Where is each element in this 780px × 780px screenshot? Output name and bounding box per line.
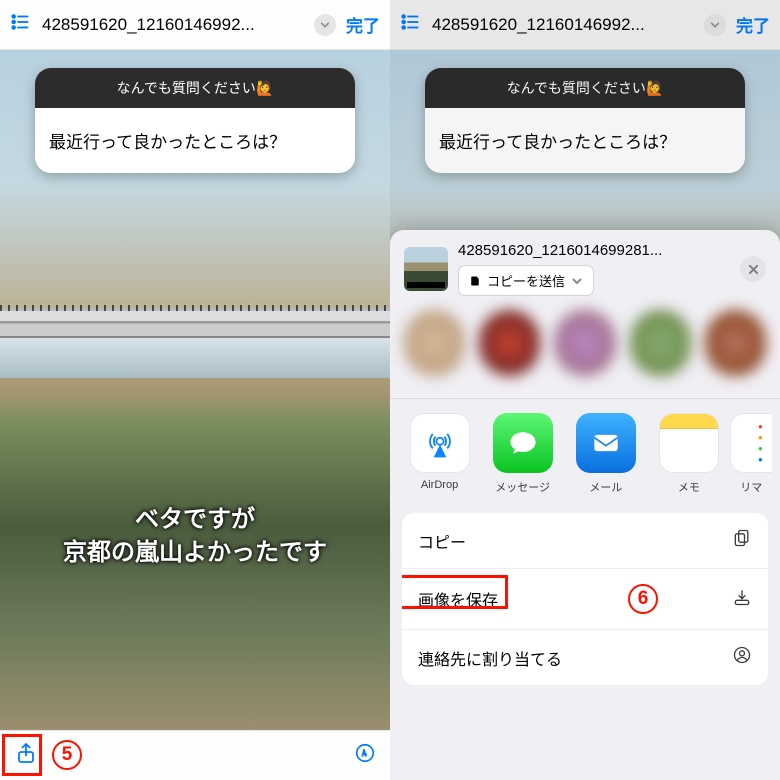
qa-card: なんでも質問ください🙋 最近行って良かったところは？ [425, 68, 745, 173]
app-mail[interactable]: メール [564, 413, 647, 495]
action-label: 連絡先に割り当てる [418, 646, 562, 670]
avatar[interactable] [554, 310, 615, 376]
qa-prompt: なんでも質問ください🙋 [35, 68, 355, 108]
chevron-down-icon[interactable] [314, 14, 336, 36]
nav-title: 428591620_12160146992... [432, 15, 694, 35]
caption-text: ベタですが 京都の嵐山よかったです [0, 503, 390, 570]
list-icon[interactable] [400, 11, 422, 39]
app-label: メモ [647, 479, 730, 495]
markup-button[interactable] [354, 742, 376, 770]
qa-prompt: なんでも質問ください🙋 [425, 68, 745, 108]
avatar[interactable] [705, 310, 766, 376]
chevron-down-icon[interactable] [704, 14, 726, 36]
app-label: リマ [730, 479, 772, 495]
done-button[interactable]: 完了 [346, 12, 380, 37]
share-thumbnail [404, 247, 448, 291]
close-icon[interactable] [740, 256, 766, 282]
avatar[interactable] [630, 310, 691, 376]
share-apps-row: AirDrop メッセージ メール メモ [390, 399, 780, 501]
qa-question: 最近行って良かったところは？ [425, 108, 745, 173]
action-assign-contact[interactable]: 連絡先に割り当てる [402, 630, 768, 685]
copy-send-button[interactable]: コピーを送信 [458, 265, 594, 296]
airdrop-icon [410, 413, 470, 473]
app-reminders[interactable]: ●●●● リマ [730, 413, 772, 495]
share-filename: 428591620_1216014699281... [458, 242, 730, 259]
notes-icon [659, 413, 719, 473]
action-copy[interactable]: コピー [402, 513, 768, 569]
nav-bar: 428591620_12160146992... 完了 [0, 0, 390, 50]
qa-card: なんでも質問ください🙋 最近行って良かったところは？ [35, 68, 355, 173]
image-viewport: なんでも質問ください🙋 最近行って良かったところは？ ベタですが 京都の嵐山よか… [0, 50, 390, 730]
app-messages[interactable]: メッセージ [481, 413, 564, 495]
messages-icon [493, 413, 553, 473]
mail-icon [576, 413, 636, 473]
action-label: コピー [418, 529, 466, 553]
screenshot-right: 428591620_12160146992... 完了 なんでも質問ください🙋 … [390, 0, 780, 780]
nav-title: 428591620_12160146992... [42, 15, 304, 35]
share-contacts-row [390, 302, 780, 398]
annotation-box-6 [402, 575, 508, 609]
app-notes[interactable]: メモ [647, 413, 730, 495]
copy-icon [732, 528, 752, 553]
screenshot-left: 428591620_12160146992... 完了 なんでも質問ください🙋 … [0, 0, 390, 780]
reminders-icon: ●●●● [730, 413, 772, 473]
app-label: メッセージ [481, 479, 564, 495]
done-button[interactable]: 完了 [736, 12, 770, 37]
list-icon[interactable] [10, 11, 32, 39]
share-button[interactable] [14, 740, 38, 772]
avatar[interactable] [404, 310, 465, 376]
app-airdrop[interactable]: AirDrop [398, 413, 481, 495]
annotation-label-6: 6 [628, 584, 658, 614]
contact-icon [732, 645, 752, 670]
share-sheet: 428591620_1216014699281... コピーを送信 [390, 230, 780, 780]
action-save-image[interactable]: 画像を保存 6 [402, 569, 768, 630]
annotation-label-5: 5 [52, 740, 82, 770]
app-label: メール [564, 479, 647, 495]
nav-bar: 428591620_12160146992... 完了 [390, 0, 780, 50]
app-label: AirDrop [398, 479, 481, 491]
avatar[interactable] [479, 310, 540, 376]
download-icon [732, 587, 752, 612]
share-actions-list: コピー 画像を保存 6 連絡先に割り当てる [402, 513, 768, 685]
photo-content: なんでも質問ください🙋 最近行って良かったところは？ ベタですが 京都の嵐山よか… [0, 50, 390, 730]
qa-question: 最近行って良かったところは？ [35, 108, 355, 173]
